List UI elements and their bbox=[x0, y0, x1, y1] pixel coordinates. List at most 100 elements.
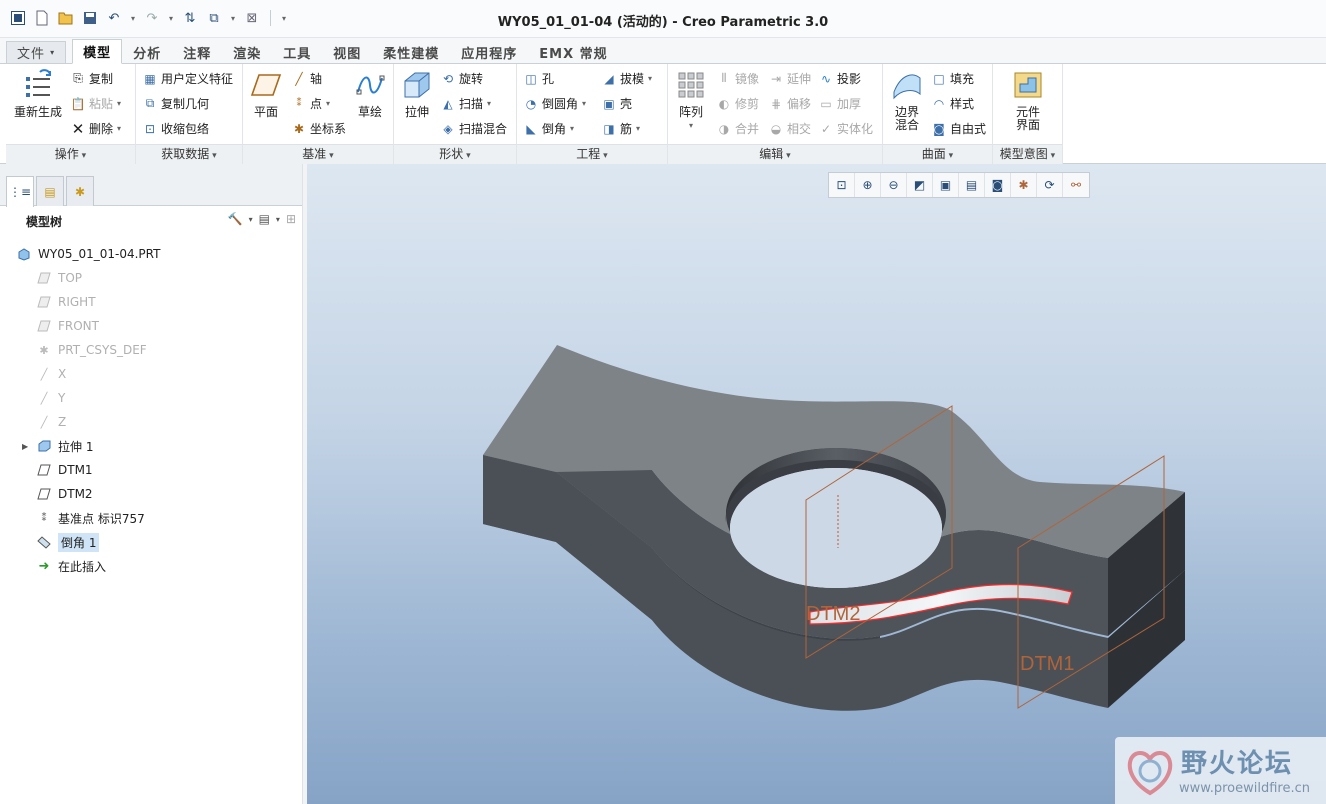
delete-button[interactable]: ✕ 删除 ▾ bbox=[70, 120, 121, 138]
tree-node-z[interactable]: ╱ Z bbox=[16, 410, 306, 434]
tree-node-chamfer-1[interactable]: 倒角 1 bbox=[16, 530, 306, 554]
round-button[interactable]: ◔ 倒圆角 ▾ bbox=[523, 95, 586, 112]
shell-button[interactable]: ▣ 壳 bbox=[601, 95, 632, 112]
chamfer-icon bbox=[36, 534, 52, 550]
tree-node-front[interactable]: FRONT bbox=[16, 314, 306, 338]
tree-node-insert-here[interactable]: ➜ 在此插入 bbox=[16, 554, 306, 578]
plane-button[interactable]: 平面 bbox=[249, 68, 283, 119]
copy-geometry-button[interactable]: ⧉ 复制几何 bbox=[142, 95, 209, 112]
extrude-button[interactable]: 拉伸 bbox=[400, 68, 434, 119]
chamfer-icon: ◣ bbox=[526, 121, 536, 136]
dtm2-label[interactable]: DTM2 bbox=[806, 603, 860, 625]
tree-node-part[interactable]: WY05_01_01-04.PRT bbox=[16, 242, 306, 266]
freestyle-button[interactable]: ◙ 自由式 bbox=[931, 120, 986, 137]
csys-button[interactable]: ✱ 坐标系 bbox=[291, 120, 346, 137]
swept-blend-button[interactable]: ◈ 扫描混合 bbox=[440, 120, 507, 137]
show-icon[interactable]: ▤ bbox=[259, 212, 270, 226]
shrinkwrap-button[interactable]: ⊡ 收缩包络 bbox=[142, 120, 209, 137]
repaint-icon[interactable]: ◩ bbox=[907, 173, 933, 197]
model-tree-tab[interactable]: ⋮≡ bbox=[6, 176, 34, 207]
dtm1-label[interactable]: DTM1 bbox=[1020, 653, 1074, 675]
copy-geometry-icon: ⧉ bbox=[145, 96, 155, 110]
datum-display-icon[interactable]: ✱ bbox=[1011, 173, 1037, 197]
annotation-display-icon[interactable]: ⚯ bbox=[1063, 173, 1089, 197]
saved-orientations-icon[interactable]: ▤ bbox=[959, 173, 985, 197]
tab-analysis[interactable]: 分析 bbox=[122, 41, 172, 63]
draft-button[interactable]: ◢ 拔模 ▾ bbox=[601, 70, 652, 87]
udf-button[interactable]: ▦ 用户定义特征 bbox=[142, 70, 233, 87]
regenerate-button[interactable]: 重新生成 bbox=[10, 68, 66, 119]
tree-node-top[interactable]: TOP bbox=[16, 266, 306, 290]
group-label-get-data[interactable]: 获取数据 bbox=[136, 144, 242, 164]
expand-arrow-icon[interactable]: ▶ bbox=[22, 442, 28, 451]
tab-emx[interactable]: EMX 常规 bbox=[528, 41, 618, 63]
sweep-button[interactable]: ◭ 扫描 ▾ bbox=[440, 95, 491, 112]
view-manager-icon[interactable]: ◙ bbox=[985, 173, 1011, 197]
graphics-window[interactable]: DTM2 DTM1 ⊡ ⊕ ⊖ ◩ ▣ ▤ ◙ ✱ ⟳ ⚯ bbox=[307, 164, 1326, 804]
thicken-button[interactable]: ▭ 加厚 bbox=[818, 95, 861, 112]
tab-annotate[interactable]: 注释 bbox=[172, 41, 222, 63]
zoom-in-icon[interactable]: ⊕ bbox=[855, 173, 881, 197]
group-label-editing[interactable]: 编辑 bbox=[668, 144, 882, 164]
axis-button[interactable]: ╱ 轴 bbox=[291, 70, 322, 87]
merge-button[interactable]: ◑ 合并 bbox=[716, 120, 759, 137]
tree-node-right[interactable]: RIGHT bbox=[16, 290, 306, 314]
copy-icon: ⎘ bbox=[73, 71, 83, 85]
solidify-button[interactable]: ✓ 实体化 bbox=[818, 120, 873, 137]
extend-button[interactable]: ⇥ 延伸 bbox=[768, 70, 811, 87]
boundary-blend-button[interactable]: 边界 混合 bbox=[887, 68, 927, 132]
intersect-button[interactable]: ◒ 相交 bbox=[768, 120, 811, 137]
tab-tools[interactable]: 工具 bbox=[272, 41, 322, 63]
tab-render[interactable]: 渲染 bbox=[222, 41, 272, 63]
hole-button[interactable]: ◫ 孔 bbox=[523, 70, 554, 87]
show-dropdown-icon[interactable]: ▾ bbox=[276, 215, 280, 224]
component-interface-button[interactable]: 元件 界面 bbox=[1007, 68, 1049, 132]
refit-icon[interactable]: ⊡ bbox=[829, 173, 855, 197]
tree-node-extrude-1[interactable]: ▶ 拉伸 1 bbox=[16, 434, 306, 458]
folder-browser-tab[interactable]: ▤ bbox=[36, 176, 64, 206]
zoom-out-icon[interactable]: ⊖ bbox=[881, 173, 907, 197]
settings-dropdown-icon[interactable]: ▾ bbox=[249, 215, 253, 224]
tab-model[interactable]: 模型 bbox=[72, 39, 123, 64]
title-bar: ↶ ▾ ↷ ▾ ⇅ ⧉ ▾ ⊠ ▾ WY05_01_01-04 (活动的) - … bbox=[0, 0, 1326, 38]
settings-icon[interactable]: 🔨 bbox=[228, 212, 243, 226]
tree-node-datum-point[interactable]: ⁑ 基准点 标识757 bbox=[16, 506, 306, 530]
offset-button[interactable]: ⋕ 偏移 bbox=[768, 95, 811, 112]
spin-center-icon[interactable]: ⟳ bbox=[1037, 173, 1063, 197]
display-style-icon[interactable]: ▣ bbox=[933, 173, 959, 197]
datum-plane-icon bbox=[249, 68, 283, 102]
tree-node-dtm2[interactable]: DTM2 bbox=[16, 482, 306, 506]
intersect-icon: ◒ bbox=[770, 121, 782, 136]
sketch-button[interactable]: 草绘 bbox=[353, 68, 387, 119]
tree-node-y[interactable]: ╱ Y bbox=[16, 386, 306, 410]
tree-node-x[interactable]: ╱ X bbox=[16, 362, 306, 386]
point-button[interactable]: ⁑ 点 ▾ bbox=[291, 95, 331, 112]
tree-node-csys[interactable]: ✱ PRT_CSYS_DEF bbox=[16, 338, 306, 362]
favorites-tab[interactable]: ✱ bbox=[66, 176, 94, 206]
copy-button[interactable]: ⎘ 复制 bbox=[70, 70, 113, 87]
fill-button[interactable]: □ 填充 bbox=[931, 70, 974, 87]
group-label-shapes[interactable]: 形状 bbox=[394, 144, 516, 164]
tree-node-dtm1[interactable]: DTM1 bbox=[16, 458, 306, 482]
chamfer-button[interactable]: ◣ 倒角 ▾ bbox=[523, 120, 574, 137]
trim-button[interactable]: ◐ 修剪 bbox=[716, 95, 759, 112]
tree-filters-icon[interactable]: ⊞ bbox=[286, 212, 296, 226]
hole-background bbox=[730, 468, 942, 588]
group-label-datum[interactable]: 基准 bbox=[243, 144, 393, 164]
tab-file[interactable]: 文件 ▾ bbox=[6, 41, 67, 63]
group-label-model-intent[interactable]: 模型意图 bbox=[993, 144, 1062, 164]
rib-button[interactable]: ◨ 筋 ▾ bbox=[601, 120, 640, 137]
paste-button[interactable]: 📋 粘贴 ▾ bbox=[70, 95, 122, 112]
style-button[interactable]: ◠ 样式 bbox=[931, 95, 974, 112]
tab-flexible-modeling[interactable]: 柔性建模 bbox=[372, 41, 450, 63]
mirror-button[interactable]: ⫴ 镜像 bbox=[716, 70, 759, 87]
group-label-operations[interactable]: 操作 bbox=[6, 144, 135, 164]
revolve-button[interactable]: ⟲ 旋转 bbox=[440, 70, 483, 87]
pattern-button[interactable]: 阵列 ▾ bbox=[674, 68, 708, 132]
group-label-surfaces[interactable]: 曲面 bbox=[883, 144, 992, 164]
tab-applications[interactable]: 应用程序 bbox=[450, 41, 528, 63]
tab-view[interactable]: 视图 bbox=[322, 41, 372, 63]
group-label-engineering[interactable]: 工程 bbox=[517, 144, 667, 164]
model-view[interactable]: DTM2 DTM1 bbox=[307, 164, 1326, 804]
project-button[interactable]: ∿ 投影 bbox=[818, 70, 861, 87]
